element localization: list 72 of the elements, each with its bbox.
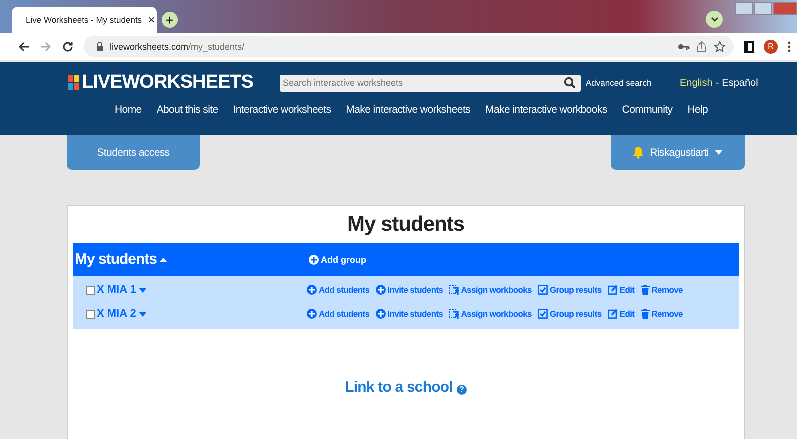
nav-link[interactable]: About this site [156,104,218,116]
user-menu[interactable]: Riskagustiarti [611,135,745,170]
group-action-link[interactable]: Add students [307,285,370,295]
language-link[interactable]: Español [722,78,758,88]
trash-icon [640,309,650,319]
tab-search-button[interactable] [706,11,723,28]
share-icon[interactable] [696,40,708,52]
workbook-icon [449,309,460,319]
checkbox-icon [538,285,548,295]
window-controls-drawing[interactable] [735,2,797,15]
bell-icon [633,146,644,159]
new-tab-button[interactable]: + [162,12,178,28]
group-action-link[interactable]: Remove [640,309,683,319]
groups-heading[interactable]: My students [73,251,309,268]
logo-icon [68,75,80,91]
profile-avatar[interactable]: R [764,40,778,54]
nav-link[interactable]: Help [688,104,708,116]
advanced-search-link[interactable]: Advanced search [586,78,666,88]
nav-link[interactable]: Home [115,104,142,116]
help-icon[interactable]: ? [456,384,467,394]
sidebar-icon[interactable] [744,40,754,52]
separator: - [716,78,720,88]
lock-icon [96,42,104,52]
checkbox[interactable] [86,310,95,318]
sort-up-icon [160,258,168,262]
plus-circle-icon [376,309,386,319]
close-icon[interactable]: × [148,13,156,27]
group-name-link[interactable]: X MIA 1 [97,284,307,296]
star-icon[interactable] [714,40,726,52]
plus-circle-icon [309,254,319,264]
group-action-link[interactable]: Add students [307,309,370,319]
workbook-icon [449,285,460,295]
nav-link[interactable]: Make interactive worksheets [346,104,471,116]
back-icon[interactable] [18,40,30,52]
tab-title: Live Worksheets - My students [26,15,142,25]
plus-circle-icon [376,285,386,295]
page-title: My students [346,212,466,238]
address-bar[interactable]: liveworksheets.com/my_students/ [84,36,734,57]
nav-link[interactable]: Interactive worksheets [233,104,332,116]
site-logo[interactable]: LIVEWORKSHEETS [82,72,254,94]
caret-icon [139,288,148,292]
students-access-tab[interactable]: Students access [67,135,200,170]
group-action-link[interactable]: Group results [538,309,602,319]
group-action-link[interactable]: Edit [608,285,635,295]
caret-icon [714,150,723,155]
group-action-link[interactable]: Assign workbooks [449,309,532,319]
nav-link[interactable]: Make interactive workbooks [486,104,608,116]
more-icon[interactable] [788,40,791,52]
edit-icon [608,309,618,319]
group-action-link[interactable]: Invite students [376,309,444,319]
reload-icon[interactable] [62,40,74,52]
search-field[interactable]: Search interactive worksheets [280,74,581,92]
edit-icon [608,285,618,295]
language-link[interactable]: English [680,78,713,88]
group-action-link[interactable]: Edit [608,309,635,319]
add-group-link[interactable]: Add group [309,254,366,264]
plus-circle-icon [307,309,317,319]
key-icon[interactable] [678,42,690,50]
group-name-link[interactable]: X MIA 2 [97,308,307,320]
checkbox[interactable] [86,286,95,294]
checkbox-icon [538,309,548,319]
group-action-link[interactable]: Assign workbooks [449,285,532,295]
caret-icon [139,312,148,316]
link-to-school-link[interactable]: Link to a school [345,379,453,396]
plus-circle-icon [307,285,317,295]
nav-link[interactable]: Community [622,104,673,116]
group-action-link[interactable]: Invite students [376,285,444,295]
trash-icon [640,285,650,295]
group-action-link[interactable]: Remove [640,285,683,295]
group-action-link[interactable]: Group results [538,285,602,295]
browser-tab[interactable]: Live Worksheets - My students × [12,7,157,33]
chevron-icon [710,16,718,22]
